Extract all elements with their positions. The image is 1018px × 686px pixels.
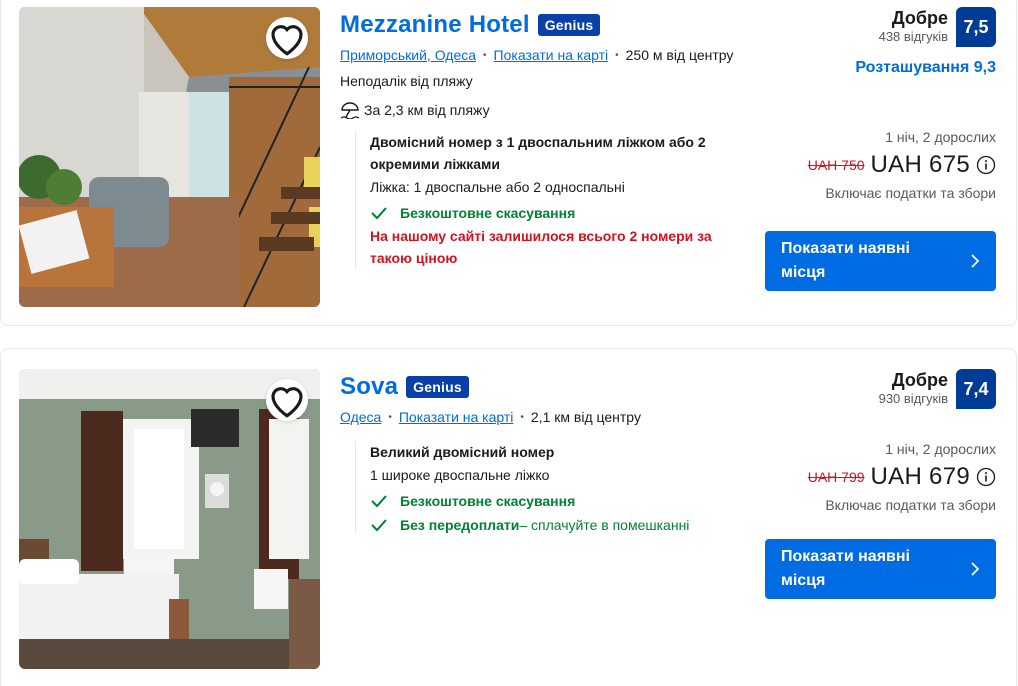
score-badge: 7,4 [956, 369, 996, 409]
review-count: 930 відгуків [878, 391, 948, 406]
location-row: Одеса • Показати на карті • 2,1 км від ц… [340, 409, 750, 425]
score-word: Добре [891, 370, 948, 390]
beach-umbrella-icon [340, 102, 360, 119]
area-link[interactable]: Приморський, Одеса [340, 47, 476, 63]
review-count: 438 відгуків [878, 29, 948, 44]
info-icon[interactable] [976, 467, 996, 487]
scarcity-warning: На нашому сайті залишилося всього 2 номе… [370, 228, 712, 266]
review-score[interactable]: Добре 930 відгуків 7,4 [756, 369, 996, 409]
stay-details: 1 ніч, 2 дорослих [885, 129, 996, 145]
stay-details: 1 ніч, 2 дорослих [885, 441, 996, 457]
area-link[interactable]: Одеса [340, 409, 381, 425]
near-beach-text: Неподалік від пляжу [340, 73, 473, 89]
score-word: Добре [891, 8, 948, 28]
price-row: UAH 750 UAH 675 [756, 151, 996, 179]
separator-dot: • [520, 411, 524, 423]
price-column: Добре 930 відгуків 7,4 1 ніч, 2 дорослих… [756, 369, 996, 513]
chevron-right-icon [971, 254, 980, 268]
room-title: Великий двомісний номер [370, 444, 555, 460]
old-price: UAH 750 [807, 157, 865, 173]
show-on-map-link[interactable]: Показати на карті [494, 47, 609, 63]
free-cancellation: Безкоштовне скасування [370, 493, 750, 509]
taxes-note: Включає податки та збори [825, 497, 996, 513]
hotel-name-link[interactable]: Sova [340, 373, 398, 401]
checkmark-icon [371, 495, 387, 508]
heart-icon [271, 25, 303, 56]
room-block: Двомісний номер з 1 двоспальним ліжком а… [355, 131, 750, 269]
location-score[interactable]: Розташування 9,3 [756, 59, 996, 77]
checkmark-icon [371, 519, 387, 532]
distance-from-center: 2,1 км від центру [530, 409, 641, 425]
room-title: Двомісний номер з 1 двоспальним ліжком а… [370, 134, 706, 172]
current-price: UAH 679 [870, 463, 970, 490]
review-score[interactable]: Добре 438 відгуків 7,5 [756, 7, 996, 47]
taxes-note: Включає податки та збори [825, 185, 996, 201]
chevron-right-icon [971, 562, 980, 576]
show-on-map-link[interactable]: Показати на карті [399, 409, 514, 425]
checkmark-icon [371, 207, 387, 220]
no-prepayment-bold: Без передоплати [400, 517, 520, 533]
separator-dot: • [388, 411, 392, 423]
hotel-info: Mezzanine Hotel Genius Приморський, Одес… [340, 7, 750, 269]
distance-from-center: 250 м від центру [625, 47, 734, 63]
price-row: UAH 799 UAH 679 [756, 463, 996, 491]
hotel-name-link[interactable]: Mezzanine Hotel [340, 11, 530, 39]
location-row: Приморський, Одеса • Показати на карті •… [340, 47, 750, 63]
hotel-photo[interactable] [19, 7, 320, 307]
show-availability-label: Показати наявні місця [781, 548, 910, 589]
beach-distance-text: За 2,3 км від пляжу [364, 102, 490, 118]
show-availability-button[interactable]: Показати наявні місця [765, 231, 996, 291]
no-prepayment-rest: – сплачуйте в помешканні [519, 517, 690, 533]
heart-icon [271, 387, 303, 418]
old-price: UAH 799 [807, 469, 865, 485]
favorite-button[interactable] [266, 17, 308, 59]
show-availability-label: Показати наявні місця [781, 240, 910, 281]
room-block: Великий двомісний номер 1 широке двоспал… [355, 441, 750, 533]
current-price: UAH 675 [870, 151, 970, 178]
hotel-card: Mezzanine Hotel Genius Приморський, Одес… [0, 0, 1017, 326]
genius-badge: Genius [406, 376, 469, 398]
genius-badge: Genius [537, 14, 601, 36]
hotel-info: Sova Genius Одеса • Показати на карті • … [340, 369, 750, 533]
room-beds: Ліжка: 1 двоспальне або 2 односпальні [370, 179, 625, 195]
info-icon[interactable] [976, 155, 996, 175]
show-availability-button[interactable]: Показати наявні місця [765, 539, 996, 599]
free-cancellation-text: Безкоштовне скасування [400, 493, 576, 509]
beach-distance: За 2,3 км від пляжу [340, 101, 750, 119]
hotel-card: Sova Genius Одеса • Показати на карті • … [0, 348, 1017, 686]
separator-dot: • [615, 49, 619, 61]
no-prepayment: Без передоплати – сплачуйте в помешканні [370, 517, 750, 533]
free-cancellation: Безкоштовне скасування [370, 205, 750, 221]
hotel-photo[interactable] [19, 369, 320, 669]
favorite-button[interactable] [266, 379, 308, 421]
separator-dot: • [483, 49, 487, 61]
score-badge: 7,5 [956, 7, 996, 47]
price-column: Добре 438 відгуків 7,5 Розташування 9,3 … [756, 7, 996, 201]
free-cancellation-text: Безкоштовне скасування [400, 205, 576, 221]
room-beds: 1 широке двоспальне ліжко [370, 467, 550, 483]
